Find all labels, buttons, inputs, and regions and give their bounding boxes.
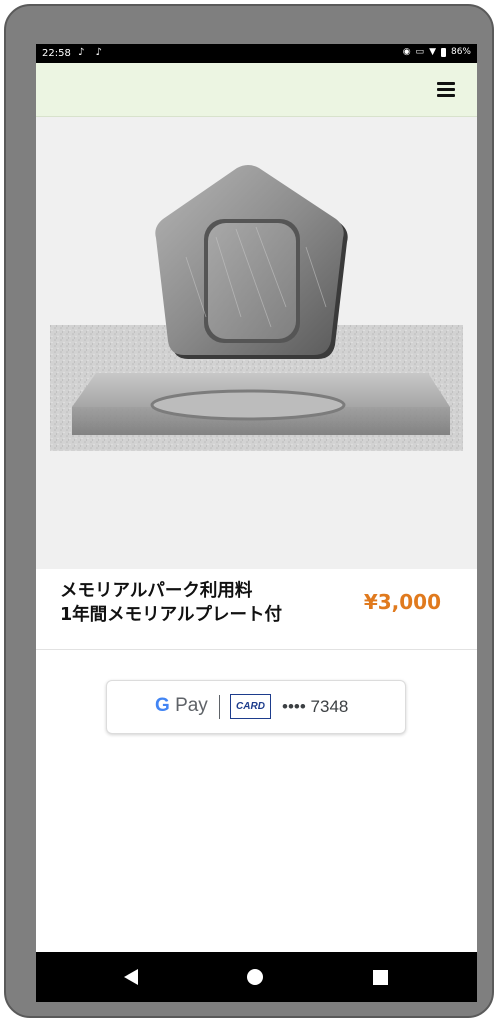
battery-icon (440, 47, 446, 57)
phone-frame: 22:58 ♪ ♪ ◉ ▭ ▼ 86% メモリアルパーク利用料 1年間メモリアル… (4, 4, 494, 1018)
app-header (36, 63, 477, 117)
google-pay-button[interactable]: G Pay CARD •••• 7348 (106, 680, 406, 734)
product-name: メモリアルパーク利用料 1年間メモリアルプレート付 (60, 579, 282, 627)
pay-label: Pay (175, 695, 208, 716)
status-right: ◉ ▭ ▼ 86% (403, 47, 471, 57)
product-price: ¥3,000 (363, 590, 441, 614)
notification-icons: ♪ ♪ (78, 47, 106, 58)
status-bar: 22:58 ♪ ♪ ◉ ▭ ▼ 86% (36, 44, 477, 63)
product-row: メモリアルパーク利用料 1年間メモリアルプレート付 ¥3,000 (36, 569, 477, 650)
google-g-icon: G (155, 695, 170, 716)
phone-screen: 22:58 ♪ ♪ ◉ ▭ ▼ 86% メモリアルパーク利用料 1年間メモリアル… (36, 44, 477, 1002)
card-icon: CARD (230, 694, 271, 719)
cast-icon: ▭ (415, 47, 425, 57)
product-name-line2: 1年間メモリアルプレート付 (60, 605, 283, 625)
card-number: •••• 7348 (282, 697, 349, 716)
memorial-stone-image (50, 165, 463, 451)
product-name-line1: メモリアルパーク利用料 (60, 581, 253, 601)
product-image (36, 117, 477, 569)
google-pay-logo: G Pay (155, 695, 208, 717)
home-circle-icon[interactable] (247, 969, 263, 985)
wifi-icon: ▼ (429, 47, 436, 57)
status-time: 22:58 (42, 48, 71, 59)
recent-square-icon[interactable] (373, 970, 388, 985)
vibrate-icon: ◉ (402, 47, 411, 57)
hamburger-menu-icon[interactable] (437, 82, 455, 97)
back-triangle-icon[interactable] (124, 969, 138, 985)
battery-percent: 86% (450, 47, 471, 57)
divider (219, 695, 220, 719)
android-nav-bar (36, 952, 477, 1002)
